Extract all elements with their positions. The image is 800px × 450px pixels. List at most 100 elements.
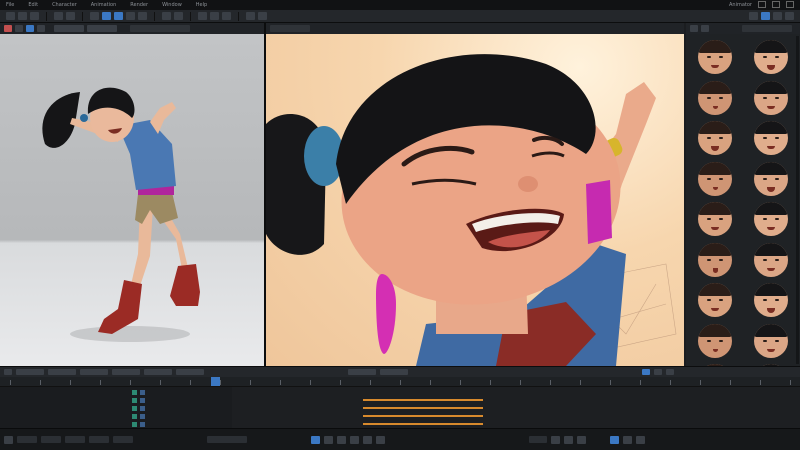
playhead[interactable] <box>211 377 220 386</box>
camera-icon[interactable] <box>90 12 99 20</box>
lock-icon[interactable] <box>140 389 145 395</box>
face-closeup-viewport[interactable] <box>266 34 684 366</box>
layer-select[interactable] <box>207 436 247 443</box>
expression-thumb-blink[interactable] <box>746 321 796 362</box>
track-row[interactable] <box>0 412 232 420</box>
timeline-tab-3[interactable] <box>80 369 108 375</box>
gallery-list-icon[interactable] <box>701 25 709 32</box>
prev-key-icon[interactable] <box>337 435 346 444</box>
select-tool-icon[interactable] <box>6 12 15 20</box>
expression-thumb-frown[interactable] <box>690 321 740 362</box>
expression-thumb-open-mouth[interactable] <box>690 199 740 240</box>
track-row[interactable] <box>0 388 232 396</box>
redo-icon[interactable] <box>66 12 75 20</box>
stop-icon[interactable] <box>324 435 333 444</box>
bone-icon[interactable] <box>198 12 207 20</box>
expression-thumb-angry[interactable] <box>690 118 740 159</box>
start-field[interactable] <box>65 436 85 443</box>
zoom-field[interactable] <box>529 436 547 443</box>
menu-file[interactable]: File <box>6 2 14 8</box>
end-field[interactable] <box>89 436 109 443</box>
viewport-single-icon[interactable] <box>102 12 111 20</box>
keyframe-area[interactable] <box>232 387 800 428</box>
menu-edit[interactable]: Edit <box>28 2 38 8</box>
help-icon[interactable] <box>785 12 794 20</box>
keyframe-span[interactable] <box>363 423 483 425</box>
expression-thumb-worried[interactable] <box>690 159 740 200</box>
visibility-icon[interactable] <box>132 413 137 419</box>
menu-window[interactable]: Window <box>162 2 182 8</box>
timeline-tab-6[interactable] <box>176 369 204 375</box>
timeline-tab-2[interactable] <box>48 369 76 375</box>
record-icon[interactable] <box>4 25 12 32</box>
fit-icon[interactable] <box>577 435 586 444</box>
menu-render[interactable]: Render <box>130 2 148 8</box>
expression-thumb-shout[interactable] <box>690 280 740 321</box>
keyframe-span[interactable] <box>363 407 483 409</box>
timeline-tab-5[interactable] <box>144 369 172 375</box>
rotate-tool-icon[interactable] <box>30 12 39 20</box>
tab-viewport-2[interactable] <box>87 25 117 32</box>
menu-help[interactable]: Help <box>196 2 207 8</box>
timeline-tab-1[interactable] <box>16 369 44 375</box>
lock-icon[interactable] <box>140 405 145 411</box>
keyframe-span[interactable] <box>363 399 483 401</box>
visibility-icon[interactable] <box>132 405 137 411</box>
timeline-ruler[interactable] <box>0 377 800 387</box>
full-body-viewport[interactable] <box>0 34 264 366</box>
timeline-view-icon[interactable] <box>642 369 650 375</box>
perspective-icon[interactable] <box>26 25 34 32</box>
undo-icon[interactable] <box>54 12 63 20</box>
expression-thumb-surprised[interactable] <box>746 78 796 119</box>
timeline-tab-7[interactable] <box>348 369 376 375</box>
timeline-tab-4[interactable] <box>112 369 140 375</box>
export-icon[interactable] <box>246 12 255 20</box>
audio-icon[interactable] <box>623 435 632 444</box>
timeline-zoom-icon[interactable] <box>654 369 662 375</box>
viewport-split-icon[interactable] <box>114 12 123 20</box>
settings-icon[interactable] <box>174 12 183 20</box>
gallery-scrollbar[interactable] <box>796 36 799 364</box>
zoom-out-icon[interactable] <box>564 435 573 444</box>
expression-thumb-sad[interactable] <box>746 118 796 159</box>
lock-icon[interactable] <box>140 421 145 427</box>
keyframe-span[interactable] <box>363 415 483 417</box>
expression-thumb-neutral[interactable] <box>690 37 740 78</box>
play-icon[interactable] <box>311 435 320 444</box>
tab-camera-select[interactable] <box>130 25 190 32</box>
expression-thumb-pout[interactable] <box>746 159 796 200</box>
shading-icon[interactable] <box>37 25 45 32</box>
render-icon[interactable] <box>162 12 171 20</box>
gallery-filter[interactable] <box>742 25 792 32</box>
minimize-icon[interactable] <box>758 1 766 8</box>
snap-icon[interactable] <box>610 435 619 444</box>
frame-field[interactable] <box>17 436 37 443</box>
visibility-icon[interactable] <box>132 389 137 395</box>
maximize-icon[interactable] <box>772 1 780 8</box>
gallery-grid-icon[interactable] <box>690 25 698 32</box>
loop-icon[interactable] <box>363 435 372 444</box>
expression-thumb-talking[interactable] <box>690 240 740 281</box>
track-row[interactable] <box>0 420 232 428</box>
expression-thumb-laughing[interactable] <box>746 240 796 281</box>
zoom-in-icon[interactable] <box>551 435 560 444</box>
range-field[interactable] <box>113 436 133 443</box>
share-icon[interactable] <box>258 12 267 20</box>
timeline-settings-icon[interactable] <box>666 369 674 375</box>
visibility-icon[interactable] <box>132 421 137 427</box>
fps-field[interactable] <box>41 436 61 443</box>
menu-character[interactable]: Character <box>52 2 77 8</box>
expression-thumb-grin[interactable] <box>746 199 796 240</box>
view-icon[interactable] <box>15 25 23 32</box>
user-icon[interactable] <box>773 12 782 20</box>
keyframe-icon[interactable] <box>376 435 385 444</box>
track-row[interactable] <box>0 404 232 412</box>
track-row[interactable] <box>0 396 232 404</box>
timeline-tab-8[interactable] <box>380 369 408 375</box>
move-tool-icon[interactable] <box>18 12 27 20</box>
light-icon[interactable] <box>138 12 147 20</box>
grid-icon[interactable] <box>126 12 135 20</box>
morph-icon[interactable] <box>210 12 219 20</box>
tab-viewport-1[interactable] <box>54 25 84 32</box>
expression-thumb-wide-eyes[interactable] <box>690 78 740 119</box>
